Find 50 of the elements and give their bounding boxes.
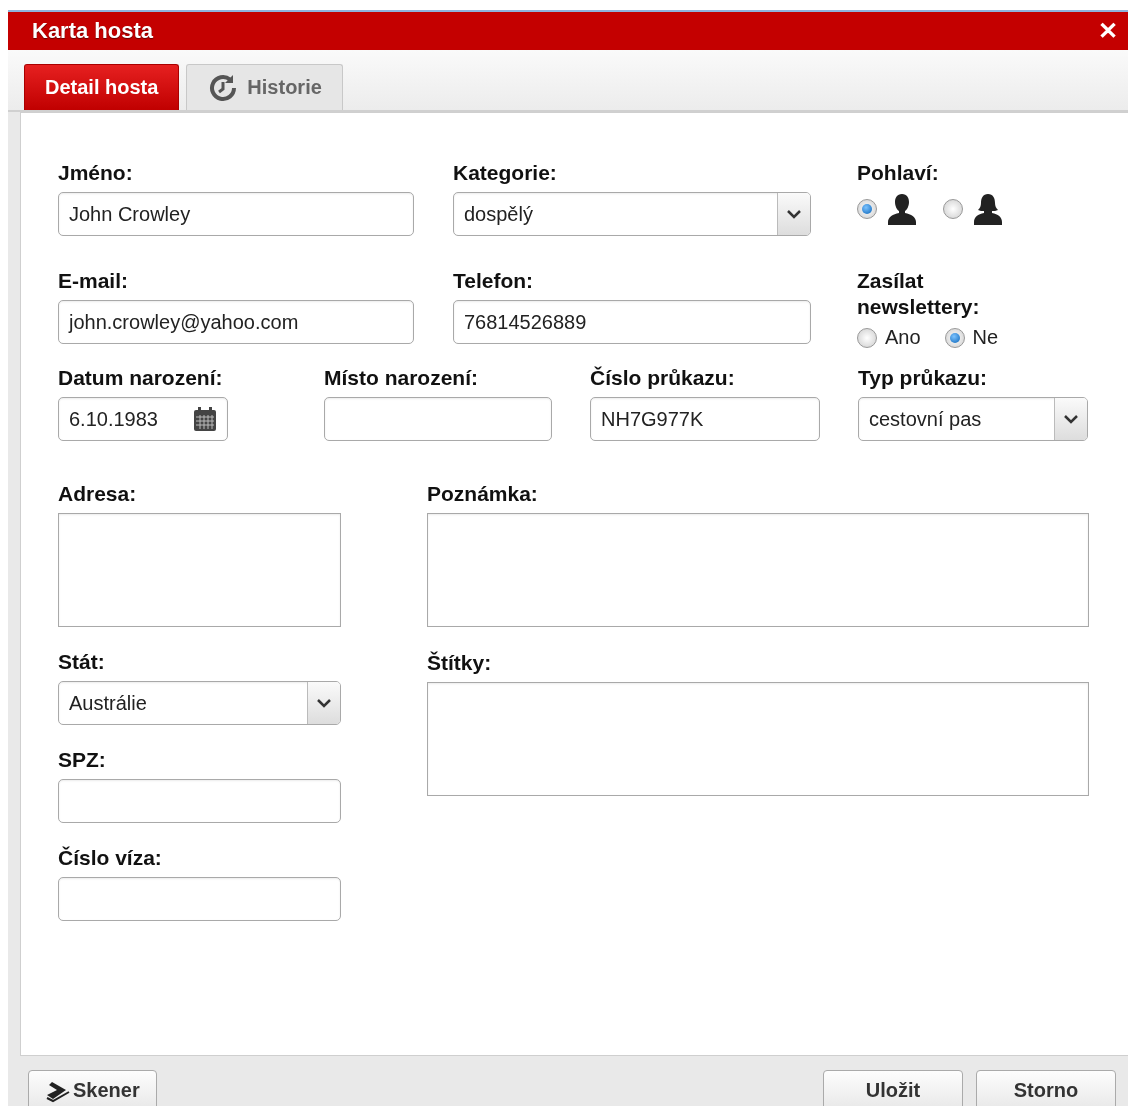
input-field[interactable] <box>324 397 552 441</box>
field-label: E-mail: <box>58 268 129 294</box>
field-label: Štítky: <box>427 650 493 676</box>
field-label: Datum narození: <box>58 365 224 391</box>
field-label: Jméno: <box>58 160 134 186</box>
dropdown[interactable]: dospělý <box>453 192 811 236</box>
radio-button[interactable] <box>944 327 965 348</box>
calendar-icon <box>193 406 217 432</box>
field-label: Poznámka: <box>427 481 539 507</box>
radio-label: Ano <box>885 326 921 349</box>
field-label: SPZ: <box>58 747 107 773</box>
field-label: Zasílat newslettery: <box>857 268 981 320</box>
field-label: Kategorie: <box>453 160 558 186</box>
field-label: Číslo víza: <box>58 845 163 871</box>
input-field[interactable]: john.crowley@yahoo.com <box>58 300 414 344</box>
input-field[interactable]: NH7G977K <box>590 397 820 441</box>
text-area[interactable] <box>427 513 1089 627</box>
field-label: Místo narození: <box>324 365 479 391</box>
close-button[interactable]: ✕ <box>1098 19 1118 43</box>
text-area[interactable] <box>58 513 341 627</box>
window-title: Karta hosta <box>32 18 155 44</box>
button[interactable]: Storno <box>976 1070 1116 1106</box>
field-label: Číslo průkazu: <box>590 365 736 391</box>
field-label: Stát: <box>58 649 106 675</box>
tab[interactable]: Detail hosta <box>24 64 180 110</box>
caret-icon <box>1064 414 1078 424</box>
input-field[interactable]: 76814526889 <box>453 300 811 344</box>
input-field[interactable] <box>58 877 341 921</box>
dropdown[interactable]: Austrálie <box>58 681 341 725</box>
button[interactable]: Uložit <box>823 1070 963 1106</box>
radio-button[interactable] <box>943 199 963 219</box>
scanner-icon <box>45 1079 71 1103</box>
caret-icon <box>317 698 331 708</box>
male-person-icon <box>885 192 919 226</box>
field-label: Adresa: <box>58 481 138 507</box>
text-area[interactable] <box>427 682 1089 796</box>
female-person-icon <box>971 192 1005 226</box>
field-label: Telefon: <box>453 268 535 294</box>
input-field[interactable]: John Crowley <box>58 192 414 236</box>
button[interactable]: Skener <box>28 1070 157 1106</box>
input-field[interactable] <box>58 779 341 823</box>
caret-icon <box>787 209 801 219</box>
radio-button[interactable] <box>857 327 877 348</box>
tab[interactable]: Historie <box>186 64 343 110</box>
radio-label: Ne <box>972 326 999 349</box>
radio-button[interactable] <box>857 199 877 219</box>
field-label: Pohlaví: <box>857 160 940 186</box>
dropdown[interactable]: cestovní pas <box>858 397 1088 441</box>
date-field[interactable]: 6.10.1983 <box>58 397 228 441</box>
field-label: Typ průkazu: <box>858 365 989 391</box>
